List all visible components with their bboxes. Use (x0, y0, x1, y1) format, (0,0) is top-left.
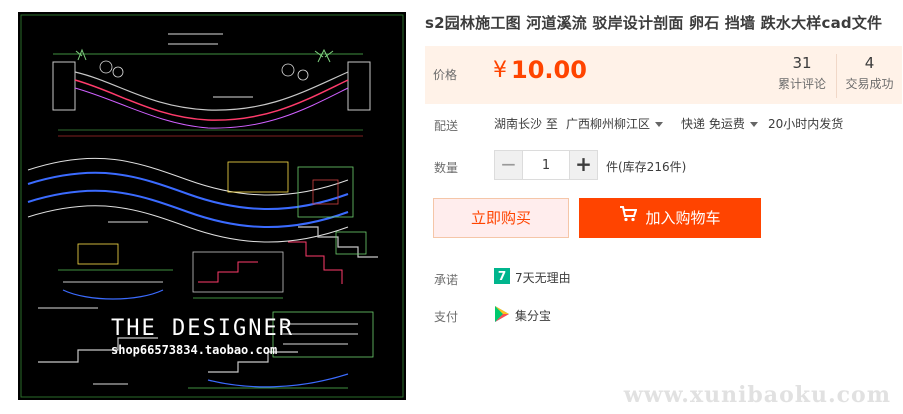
quantity-decrease-button[interactable]: − (495, 151, 522, 179)
shipping-method-select[interactable]: 快递 免运费 (681, 115, 758, 132)
shipping-destination-label: 广西柳州柳江区 (566, 117, 651, 131)
add-to-cart-button[interactable]: 加入购物车 (579, 198, 761, 238)
reviews-stat[interactable]: 31 累计评论 (769, 54, 835, 92)
quantity-label: 数量 (434, 161, 459, 175)
sales-stat: 4 交易成功 (836, 54, 902, 98)
jifenbao-icon (494, 305, 510, 323)
sales-count: 4 (864, 54, 875, 72)
price-currency: ¥ (493, 58, 507, 83)
product-image[interactable]: THE DESIGNER shop66573834.taobao.com (18, 12, 406, 400)
cart-icon (619, 197, 638, 237)
image-watermark-shop: shop66573834.taobao.com (111, 343, 278, 357)
shipping-method-label: 快递 免运费 (681, 117, 745, 131)
sales-label: 交易成功 (845, 77, 894, 91)
price-value: 10.00 (511, 56, 587, 84)
seven-day-icon: 7 (494, 268, 510, 284)
quantity-increase-button[interactable]: + (570, 151, 597, 179)
reviews-label: 累计评论 (777, 77, 826, 91)
shipping-from: 湖南长沙 至 (494, 117, 558, 131)
add-to-cart-label: 加入购物车 (645, 209, 721, 227)
shipping-destination-select[interactable]: 广西柳州柳江区 (566, 115, 664, 132)
payment-text: 集分宝 (515, 309, 552, 323)
image-watermark-title: THE DESIGNER (111, 316, 294, 341)
quantity-stepper: − + (494, 150, 598, 180)
stock-info: 件(库存216件) (606, 160, 687, 174)
promise-label: 承诺 (434, 273, 459, 287)
product-title: s2园林施工图 河道溪流 驳岸设计剖面 卵石 挡墙 跌水大样cad文件 (425, 14, 883, 32)
payment-label: 支付 (434, 310, 459, 324)
shipping-label: 配送 (434, 119, 459, 133)
site-watermark: www.xunibaoku.com (623, 382, 891, 408)
quantity-input[interactable] (522, 151, 570, 179)
reviews-count: 31 (792, 54, 812, 72)
price-panel: 价格 ¥ 10.00 31 累计评论 4 交易成功 (425, 46, 902, 104)
buy-now-button[interactable]: 立即购买 (433, 198, 569, 238)
promise-text[interactable]: 7天无理由 (515, 269, 571, 286)
price-label: 价格 (433, 68, 458, 82)
caret-down-icon (655, 122, 664, 127)
caret-down-icon (749, 122, 758, 127)
dispatch-time: 20小时内发货 (768, 117, 844, 131)
cad-drawing-graphic (20, 14, 404, 398)
